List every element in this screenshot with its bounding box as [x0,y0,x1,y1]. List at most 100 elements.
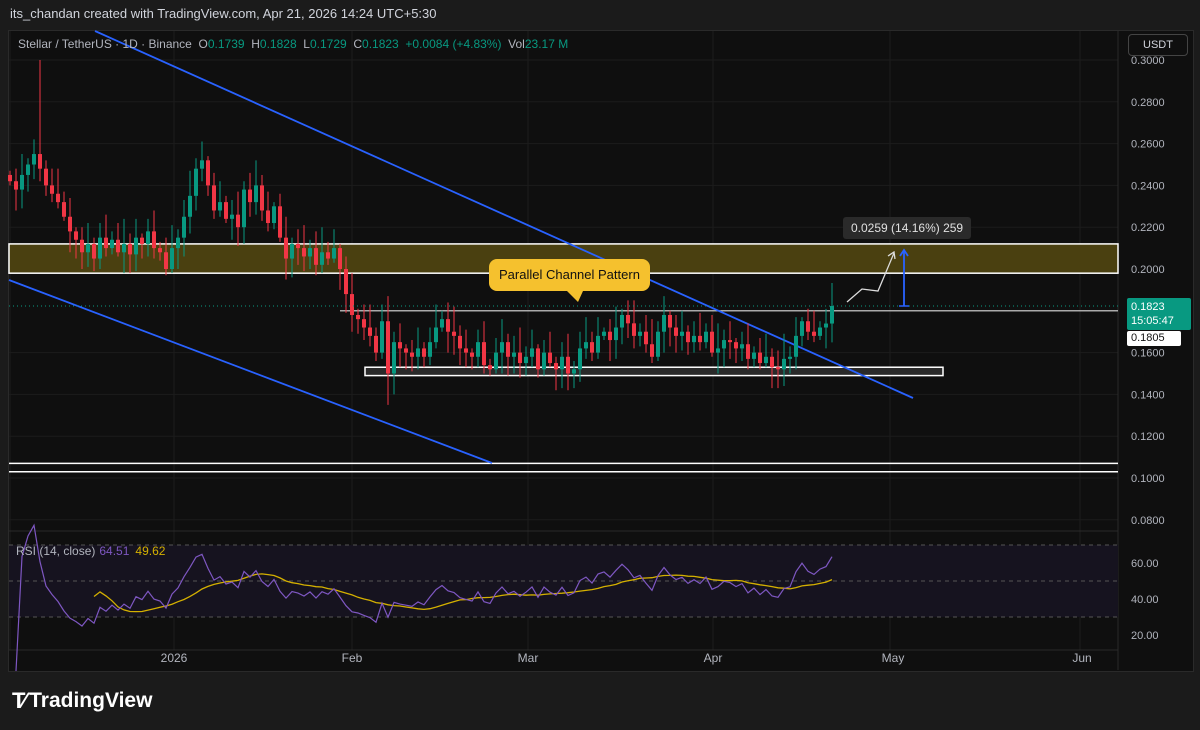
candle-body [584,342,588,349]
candle-body [308,248,312,257]
candle-body [722,340,726,349]
tradingview-logo[interactable]: T⁄ TradingView [12,688,152,714]
candle-body [98,237,102,259]
candle-body [506,342,510,357]
candle-body [650,344,654,357]
candle-body [434,327,438,343]
current-price-tag: 0.1823 15:05:47 [1127,298,1191,330]
logo-text: TradingView [29,689,153,712]
candle-body [398,342,402,349]
candle-body [632,323,636,336]
candle-body [644,331,648,345]
candle-body [122,243,126,253]
candle-body [356,314,360,320]
candle-body [674,327,678,336]
candle-body [764,356,768,364]
candle-body [350,294,354,315]
candle-body [812,331,816,336]
bar-countdown: 15:05:47 [1131,315,1174,327]
candle-body [20,174,24,190]
candle-body [596,335,600,353]
symbol-name[interactable]: Stellar / TetherUS · 1D · Binance [18,37,192,51]
price-chart[interactable]: 0.3000 0.2800 0.2600 0.2400 0.2200 0.2000 0.16… [0,0,1200,730]
candle-body [662,314,666,332]
callout-pointer [567,291,583,302]
candle-body [14,181,18,190]
measure-label: 0.0259 (14.16%) 259 [843,217,972,239]
candle-body [44,168,48,186]
candle-body [92,243,96,259]
rsi-legend: RSI (14, close) 64.51 49.62 [16,544,165,558]
candle-body [140,237,144,244]
candle-body [806,321,810,332]
candle-body [704,331,708,343]
candle-body [266,210,270,224]
candle-body [56,193,60,203]
candle-body [428,342,432,357]
rsi-axis-label: 20.00 [1131,630,1159,642]
candle-body [116,239,120,253]
candle-body [788,356,792,359]
candle-body [302,248,306,257]
candle-body [200,160,204,169]
candle-body [386,321,390,374]
candle-body [272,206,276,224]
candle-body [326,252,330,259]
price-axis-label: 0.2200 [1131,222,1165,234]
callout-annotation[interactable]: Parallel Channel Pattern [489,259,650,291]
candle-body [542,352,546,370]
candle-body [686,331,690,343]
candle-body [224,202,228,219]
candle-body [176,237,180,249]
candle-body [440,319,444,328]
candle-body [608,331,612,341]
candle-body [620,314,624,328]
candle-body [734,342,738,349]
candle-body [320,252,324,265]
candle-body [290,243,294,259]
candle-body [500,342,504,353]
candle-body [464,348,468,353]
candle-body [374,335,378,353]
price-axis-label: 0.2000 [1131,264,1165,276]
rsi-label[interactable]: RSI (14, close) [16,544,95,558]
candle-body [572,369,576,374]
time-axis-label: Mar [518,651,539,665]
candle-body [296,243,300,249]
candle-body [758,352,762,364]
candle-body [656,331,660,357]
candle-body [560,356,564,370]
candle-body [668,314,672,328]
candle-body [476,342,480,357]
symbol-legend: Stellar / TetherUS · 1D · Binance O0.173… [18,37,568,51]
currency-button[interactable]: USDT [1128,34,1188,56]
candle-body [794,335,798,357]
candle-body [182,216,186,238]
volume-label: Vol [508,37,525,51]
candle-body [770,356,774,368]
candle-body [698,335,702,343]
time-axis-label: Apr [704,651,723,665]
candle-body [158,248,162,253]
candle-body [716,348,720,353]
candle-body [188,195,192,217]
candle-body [380,321,384,353]
candle-body [488,365,492,370]
candle-body [566,356,570,374]
candle-body [710,331,714,353]
candle-body [404,348,408,353]
candle-body [110,239,114,249]
candle-body [458,335,462,349]
candle-body [446,319,450,332]
candle-body [242,189,246,228]
candle-body [38,154,42,169]
price-axis-label: 0.2800 [1131,97,1165,109]
candle-body [194,168,198,196]
candle-body [170,248,174,269]
candle-body [530,348,534,357]
candle-body [206,160,210,186]
rsi-value: 64.51 [99,544,130,558]
low-label: L [303,37,310,51]
candle-body [212,185,216,211]
price-axis-label: 0.0800 [1131,515,1165,527]
